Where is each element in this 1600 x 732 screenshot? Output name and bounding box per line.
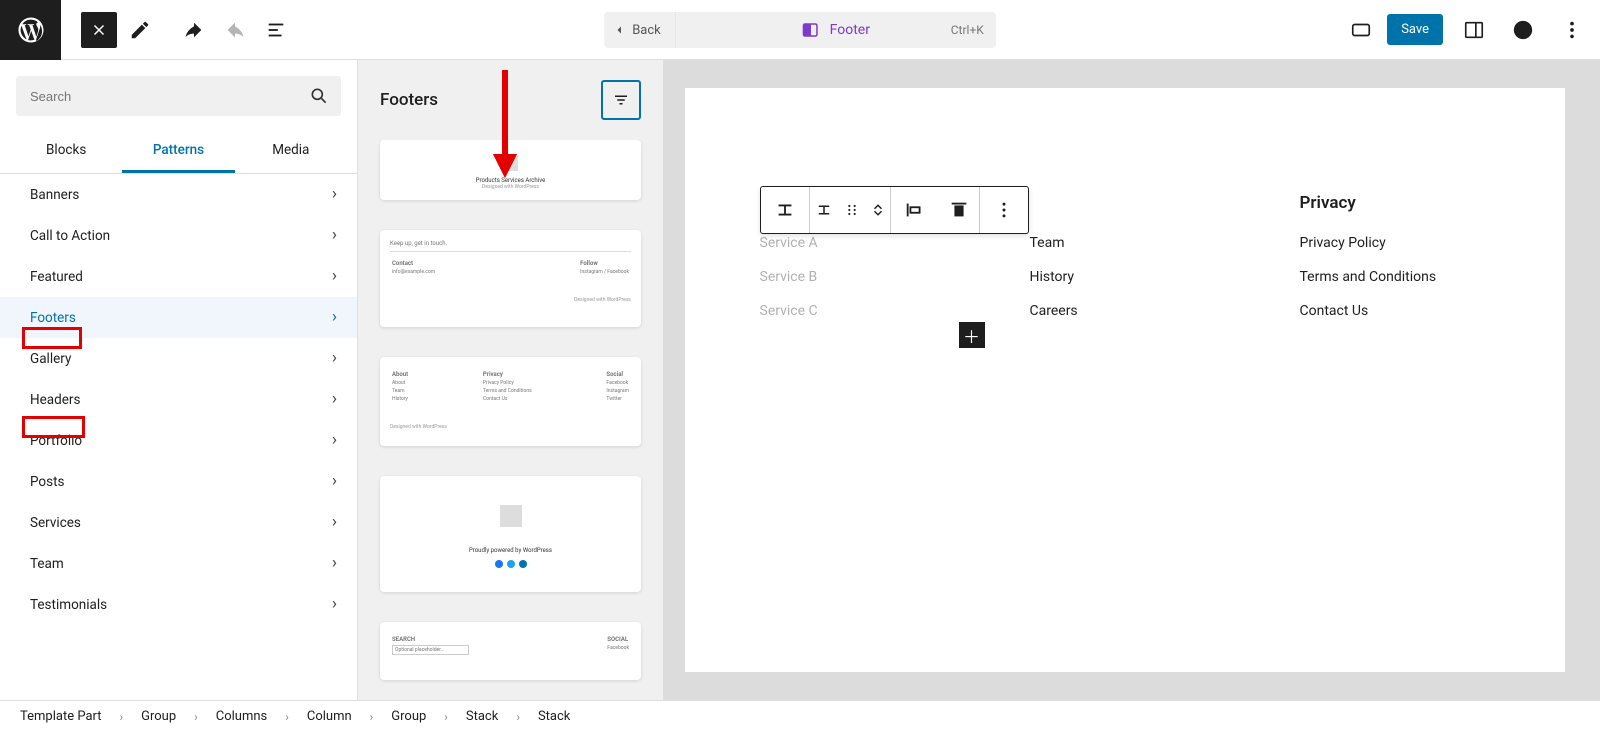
breadcrumb-item[interactable]: Stack	[466, 709, 498, 724]
footer-link[interactable]: Service C	[760, 303, 910, 319]
chevron-right-icon	[332, 473, 337, 490]
category-label: Headers	[30, 392, 80, 408]
block-breadcrumb: Template Part›Group›Columns›Column›Group…	[0, 700, 1600, 732]
pattern-panel-title: Footers	[380, 90, 438, 110]
command-shortcut: Ctrl+K	[951, 23, 984, 37]
back-button[interactable]: Back	[604, 12, 676, 48]
wordpress-logo[interactable]	[0, 0, 61, 60]
pattern-card[interactable]: Products Services Archive Designed with …	[380, 140, 641, 200]
chevron-right-icon	[332, 514, 337, 531]
category-item-services[interactable]: Services	[0, 502, 357, 543]
tab-media[interactable]: Media	[235, 132, 347, 173]
footer-link[interactable]: Service B	[760, 269, 910, 285]
view-button[interactable]	[1343, 12, 1379, 48]
category-item-portfolio[interactable]: Portfolio	[0, 420, 357, 461]
category-label: Gallery	[30, 351, 71, 367]
chevron-right-icon	[332, 432, 337, 449]
category-item-featured[interactable]: Featured	[0, 256, 357, 297]
styles-button[interactable]	[1505, 12, 1541, 48]
category-label: Portfolio	[30, 433, 82, 449]
category-item-testimonials[interactable]: Testimonials	[0, 584, 357, 625]
chevron-right-icon	[332, 186, 337, 203]
block-type-button[interactable]	[761, 187, 809, 233]
redo-button	[217, 12, 253, 48]
tab-patterns[interactable]: Patterns	[122, 132, 234, 173]
footer-link[interactable]: Contact Us	[1300, 303, 1450, 319]
more-options-button[interactable]	[1554, 12, 1590, 48]
category-label: Services	[30, 515, 81, 531]
search-icon	[309, 86, 329, 106]
document-overview-button[interactable]	[258, 12, 294, 48]
breadcrumb-item[interactable]: Template Part	[20, 709, 102, 724]
chevron-right-icon	[332, 350, 337, 367]
breadcrumb-item[interactable]: Columns	[216, 709, 268, 724]
block-options-button[interactable]	[980, 187, 1028, 233]
document-title: Footer	[830, 22, 870, 38]
back-label: Back	[632, 23, 661, 38]
parent-block-button[interactable]	[810, 187, 838, 233]
category-label: Call to Action	[30, 228, 110, 244]
breadcrumb-item[interactable]: Column	[307, 709, 352, 724]
footer-link[interactable]: Careers	[1030, 303, 1180, 319]
chevron-right-icon	[332, 309, 337, 326]
add-block-button[interactable]: ＋	[959, 322, 985, 348]
pattern-card[interactable]: Proudly powered by WordPress	[380, 476, 641, 592]
save-button[interactable]: Save	[1387, 14, 1443, 45]
align-button[interactable]	[939, 187, 979, 233]
editor-canvas[interactable]: ceService AService BService C.TeamHistor…	[685, 88, 1565, 672]
breadcrumb-item[interactable]: Group	[141, 709, 176, 724]
category-label: Banners	[30, 187, 79, 203]
breadcrumb-item[interactable]: Group	[391, 709, 426, 724]
pattern-card[interactable]: SEARCHOptional placeholder… SOCIALFacebo…	[380, 622, 641, 680]
undo-button[interactable]	[176, 12, 212, 48]
block-toolbar	[760, 186, 1029, 234]
drag-handle[interactable]	[838, 187, 866, 233]
footer-link[interactable]: Team	[1030, 235, 1180, 251]
search-input[interactable]	[28, 88, 299, 105]
category-item-posts[interactable]: Posts	[0, 461, 357, 502]
chevron-right-icon	[332, 227, 337, 244]
settings-panel-toggle[interactable]	[1456, 12, 1492, 48]
footer-link[interactable]: Terms and Conditions	[1300, 269, 1450, 285]
category-item-gallery[interactable]: Gallery	[0, 338, 357, 379]
chevron-right-icon	[332, 596, 337, 613]
pattern-card[interactable]: Keep up, get in touch. Contactinfo@examp…	[380, 230, 641, 327]
breadcrumb-item[interactable]: Stack	[538, 709, 570, 724]
chevron-right-icon	[332, 555, 337, 572]
category-label: Featured	[30, 269, 83, 285]
pattern-filter-button[interactable]	[601, 80, 641, 120]
justify-button[interactable]	[891, 187, 939, 233]
category-label: Footers	[30, 310, 76, 326]
chevron-right-icon	[332, 268, 337, 285]
tools-icon[interactable]	[122, 12, 158, 48]
pattern-card[interactable]: AboutAboutTeamHistory PrivacyPrivacy Pol…	[380, 357, 641, 446]
footer-link[interactable]: Service A	[760, 235, 910, 251]
footer-col-heading[interactable]: Privacy	[1300, 193, 1450, 213]
close-inserter-button[interactable]	[81, 12, 117, 48]
category-item-banners[interactable]: Banners	[0, 174, 357, 215]
footer-link[interactable]: History	[1030, 269, 1180, 285]
category-item-call-to-action[interactable]: Call to Action	[0, 215, 357, 256]
template-part-icon	[802, 21, 820, 39]
chevron-right-icon	[332, 391, 337, 408]
tab-blocks[interactable]: Blocks	[10, 132, 122, 173]
category-item-team[interactable]: Team	[0, 543, 357, 584]
category-label: Team	[30, 556, 64, 572]
category-label: Testimonials	[30, 597, 107, 613]
category-item-footers[interactable]: Footers	[0, 297, 357, 338]
document-title-bar[interactable]: Footer Ctrl+K	[676, 12, 996, 48]
move-down-button[interactable]	[871, 206, 885, 220]
footer-link[interactable]: Privacy Policy	[1300, 235, 1450, 251]
category-label: Posts	[30, 474, 64, 490]
search-input-wrapper[interactable]	[16, 76, 341, 116]
category-item-headers[interactable]: Headers	[0, 379, 357, 420]
